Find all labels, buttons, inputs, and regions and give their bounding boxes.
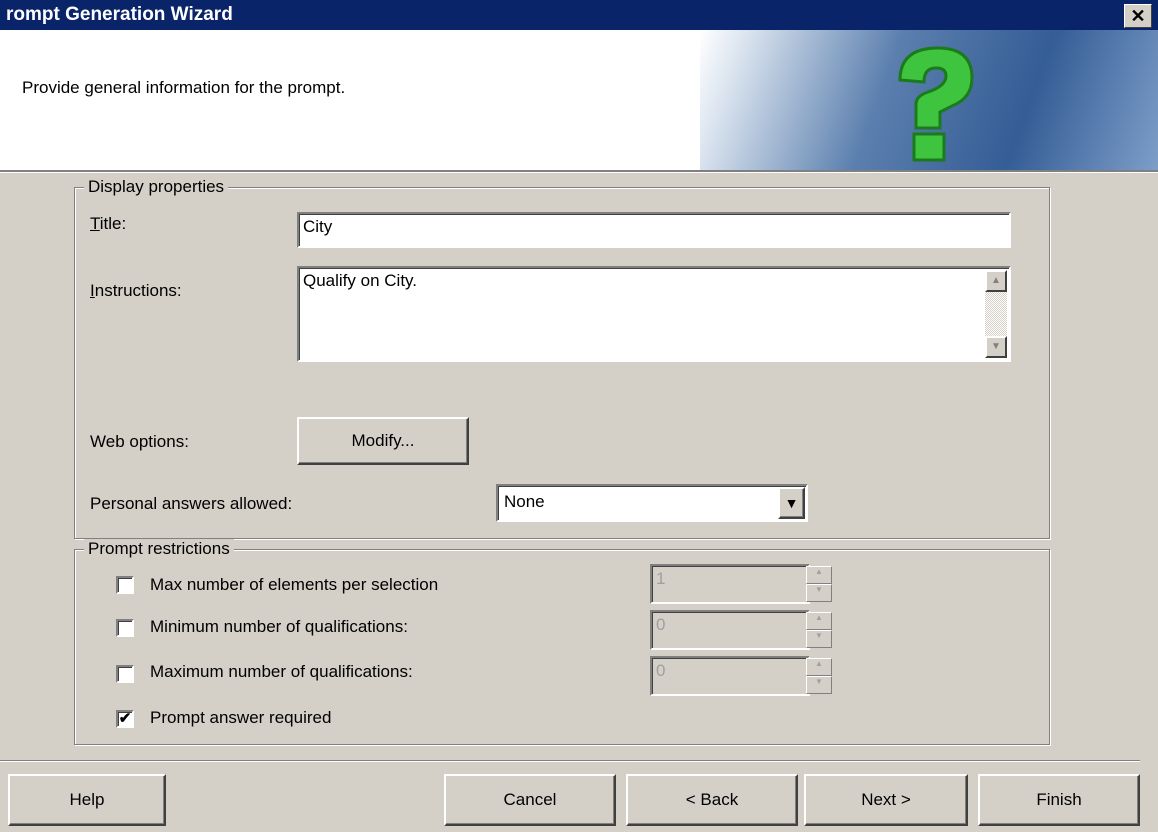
max-elements-label: Max number of elements per selection [150, 575, 439, 594]
stepper-down-icon[interactable]: ▼ [806, 630, 832, 648]
min-qualifications-label: Minimum number of qualifications: [150, 617, 408, 636]
max-elements-stepper[interactable]: ▲ ▼ [806, 566, 832, 602]
min-qualifications-input[interactable]: 0 [650, 610, 810, 650]
prompt-answer-required-label: Prompt answer required [150, 708, 332, 727]
wizard-header: Provide general information for the prom… [0, 30, 1158, 170]
cancel-button-label: Cancel [503, 790, 557, 809]
instructions-label-text: nstructions: [94, 281, 182, 300]
close-icon: ✕ [1130, 6, 1146, 26]
display-properties-title: Display properties [84, 177, 229, 197]
prompt-restrictions-title: Prompt restrictions [84, 539, 234, 559]
close-button[interactable]: ✕ [1124, 4, 1152, 28]
max-qualifications-label: Maximum number of qualifications: [150, 662, 413, 681]
header-instruction: Provide general information for the prom… [22, 78, 346, 97]
instructions-label: Instructions: [90, 281, 182, 301]
instructions-textarea[interactable]: Qualify on City. [297, 266, 1011, 362]
scroll-up-button[interactable]: ▲ [985, 270, 1007, 292]
max-elements-input[interactable]: 1 [650, 564, 810, 604]
help-button[interactable]: Help [8, 774, 166, 826]
footer-separator [0, 760, 1140, 762]
header-banner [700, 30, 1158, 170]
max-elements-checkbox[interactable] [116, 576, 134, 594]
stepper-down-icon[interactable]: ▼ [806, 584, 832, 602]
prompt-answer-required-checkbox[interactable]: ✔ [116, 710, 134, 728]
cancel-button[interactable]: Cancel [444, 774, 616, 826]
personal-answers-label: Personal answers allowed: [90, 494, 293, 513]
dropdown-button[interactable]: ▼ [778, 487, 805, 519]
personal-answers-select[interactable]: None [496, 484, 808, 522]
back-button-label: < Back [685, 790, 739, 809]
instructions-value: Qualify on City. [303, 271, 418, 290]
back-button[interactable]: < Back [626, 774, 798, 826]
finish-button-label: Finish [1036, 790, 1082, 809]
next-button-label: Next > [861, 790, 911, 809]
max-qualifications-stepper[interactable]: ▲ ▼ [806, 658, 832, 694]
header-separator [0, 170, 1158, 173]
stepper-up-icon[interactable]: ▲ [806, 566, 832, 584]
modify-button-label: Modify... [351, 431, 415, 450]
title-label: Title: [90, 214, 126, 234]
scroll-up-icon: ▲ [991, 275, 1001, 286]
web-options-label: Web options: [90, 432, 189, 451]
question-mark-icon [898, 46, 974, 162]
title-input-value: City [303, 217, 333, 236]
scroll-down-button[interactable]: ▼ [985, 336, 1007, 358]
max-elements-value: 1 [656, 569, 666, 588]
window-title: rompt Generation Wizard [6, 4, 233, 25]
instructions-scrollbar[interactable]: ▲ ▼ [985, 270, 1007, 358]
max-qualifications-checkbox[interactable] [116, 665, 134, 683]
checkmark-icon: ✔ [118, 710, 132, 727]
max-qualifications-input[interactable]: 0 [650, 656, 810, 696]
min-qualifications-stepper[interactable]: ▲ ▼ [806, 612, 832, 648]
stepper-up-icon[interactable]: ▲ [806, 612, 832, 630]
modify-button[interactable]: Modify... [297, 417, 469, 465]
min-qualifications-checkbox[interactable] [116, 619, 134, 637]
min-qualifications-value: 0 [656, 615, 666, 634]
title-label-text: itle: [99, 214, 127, 233]
scroll-down-icon: ▼ [991, 341, 1001, 352]
finish-button[interactable]: Finish [978, 774, 1140, 826]
stepper-up-icon[interactable]: ▲ [806, 658, 832, 676]
stepper-down-icon[interactable]: ▼ [806, 676, 832, 694]
next-button[interactable]: Next > [804, 774, 968, 826]
personal-answers-value: None [504, 492, 545, 511]
title-label-accel: T [90, 214, 100, 233]
title-input[interactable]: City [297, 212, 1011, 248]
chevron-down-icon: ▼ [784, 495, 799, 511]
help-button-label: Help [69, 790, 105, 809]
max-qualifications-value: 0 [656, 661, 666, 680]
